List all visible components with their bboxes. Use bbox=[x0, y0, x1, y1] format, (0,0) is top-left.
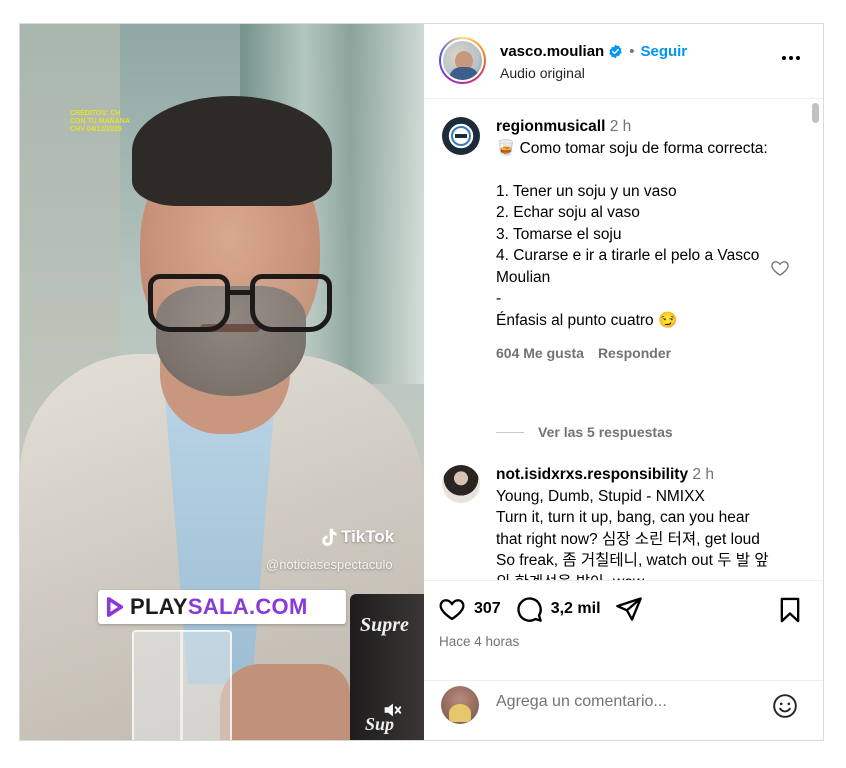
playsala-banner: PLAYSALA.COM bbox=[98, 590, 346, 624]
comment-line-blank bbox=[496, 159, 776, 181]
comment-line: 2. Echar soju al vaso bbox=[496, 204, 640, 221]
comment-line: Young, Dumb, Stupid - NMIXX bbox=[496, 487, 705, 505]
comment-line: Énfasis al punto cuatro 😏 bbox=[496, 311, 678, 329]
add-comment-input[interactable] bbox=[496, 693, 756, 711]
heart-icon bbox=[439, 599, 465, 621]
comment-time: 2 h bbox=[692, 466, 714, 483]
like-button[interactable]: 307 bbox=[438, 595, 501, 623]
post-header: vasco.moulian • Seguir Audio original bbox=[424, 24, 823, 99]
comment-time: 2 h bbox=[609, 118, 632, 135]
comment-username[interactable]: not.isidxrxs.responsibility bbox=[496, 466, 688, 483]
post-side-panel: vasco.moulian • Seguir Audio original re… bbox=[424, 24, 823, 740]
video-mug-text: Supre bbox=[360, 614, 409, 636]
posted-time: Hace 4 horas bbox=[439, 634, 520, 649]
comment-line: Turn it, turn it up, bang, can you hear … bbox=[496, 509, 769, 580]
emoji-icon[interactable] bbox=[772, 693, 798, 719]
comment-line: - bbox=[496, 290, 502, 307]
video-person-glasses bbox=[148, 274, 338, 336]
comment-line: 4. Curarse e ir a tirarle el pelo a Vasc… bbox=[496, 247, 760, 286]
action-row: 307 3,2 mil bbox=[438, 595, 657, 623]
share-plane-icon bbox=[615, 597, 642, 621]
mute-icon[interactable] bbox=[381, 699, 403, 721]
video-player[interactable]: Supre Sup CRÉDITOS: CH CON TU MAÑANA CHV… bbox=[20, 24, 424, 740]
tiktok-handle: @noticiasespectaculo bbox=[266, 557, 393, 572]
comments-scrollbar[interactable] bbox=[812, 103, 819, 123]
share-button[interactable] bbox=[615, 595, 643, 623]
tiktok-watermark-label: TikTok bbox=[341, 527, 395, 546]
comment-body: regionmusicall 2 h 🥃 Como tomar soju de … bbox=[496, 116, 776, 361]
view-replies-button[interactable]: Ver las 5 respuestas bbox=[496, 424, 673, 440]
author-avatar[interactable] bbox=[439, 37, 486, 84]
add-comment-bar bbox=[424, 680, 823, 740]
tiktok-icon bbox=[322, 528, 337, 546]
verified-badge-icon bbox=[609, 44, 622, 59]
comment-like-icon[interactable] bbox=[770, 258, 790, 278]
video-credits-text: CRÉDITOS: CH CON TU MAÑANA CHV 04/12/202… bbox=[70, 110, 130, 133]
likes-count: 307 bbox=[474, 600, 501, 617]
separator-dot: • bbox=[629, 43, 635, 60]
tiktok-watermark: TikTok bbox=[320, 527, 394, 547]
current-user-avatar bbox=[441, 686, 479, 724]
region-musical-logo-icon bbox=[449, 124, 473, 148]
post-actions: 307 3,2 mil Hace 4 horas bbox=[424, 580, 823, 680]
video-water-glass-highlight bbox=[180, 630, 183, 740]
comment-username[interactable]: regionmusicall bbox=[496, 118, 605, 135]
replies-divider bbox=[496, 431, 524, 433]
comment-line: 🥃 Como tomar soju de forma correcta: bbox=[496, 139, 768, 157]
comment-body: not.isidxrxs.responsibility 2 h Young, D… bbox=[496, 464, 772, 580]
comment-avatar[interactable] bbox=[442, 465, 480, 503]
comment-likes[interactable]: 604 Me gusta bbox=[496, 345, 584, 361]
comment-bubble-icon bbox=[517, 597, 542, 622]
comment-meta: 604 Me gusta Responder bbox=[496, 345, 776, 361]
author-line: vasco.moulian • Seguir bbox=[500, 43, 687, 60]
comment-line: 3. Tomarse el soju bbox=[496, 225, 622, 243]
post-dialog: Supre Sup CRÉDITOS: CH CON TU MAÑANA CHV… bbox=[19, 23, 824, 741]
bookmark-icon[interactable] bbox=[776, 596, 804, 624]
comments-count: 3,2 mil bbox=[550, 600, 601, 617]
comment-button[interactable]: 3,2 mil bbox=[515, 595, 601, 623]
comments-list[interactable]: regionmusicall 2 h 🥃 Como tomar soju de … bbox=[424, 100, 823, 580]
comment-avatar[interactable] bbox=[442, 117, 480, 155]
audio-label[interactable]: Audio original bbox=[500, 65, 585, 81]
reply-button[interactable]: Responder bbox=[598, 345, 671, 361]
play-logo-icon bbox=[106, 597, 124, 617]
follow-button[interactable]: Seguir bbox=[640, 43, 687, 60]
view-replies-label: Ver las 5 respuestas bbox=[538, 424, 673, 440]
video-person-hand bbox=[220, 664, 350, 740]
author-username[interactable]: vasco.moulian bbox=[500, 43, 604, 60]
comment-line: 1. Tener un soju y un vaso bbox=[496, 182, 677, 200]
more-options-icon[interactable] bbox=[779, 46, 803, 70]
playsala-banner-text: PLAYSALA.COM bbox=[130, 594, 308, 619]
